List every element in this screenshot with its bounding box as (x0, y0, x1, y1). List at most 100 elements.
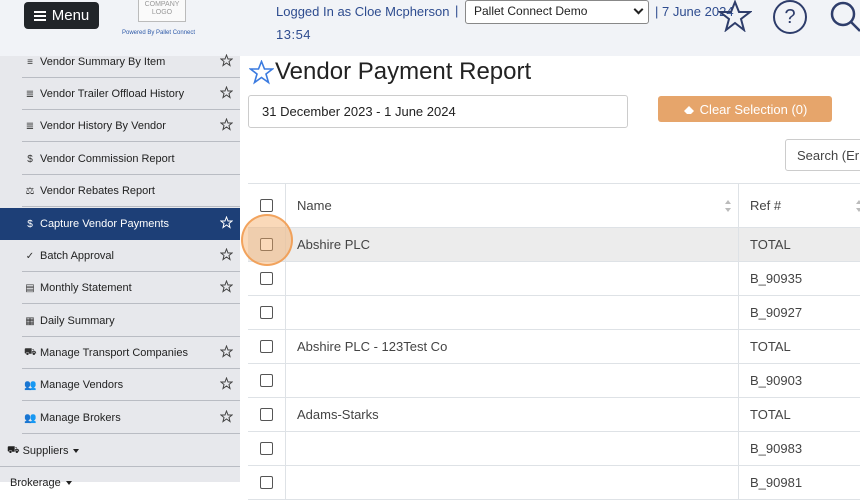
row-check-cell (248, 466, 286, 499)
row-ref: TOTAL (750, 407, 791, 422)
sidebar-item-capture-vendor-payments[interactable]: $ Capture Vendor Payments (0, 208, 240, 240)
page-title: Vendor Payment Report (275, 58, 532, 85)
star-icon[interactable] (220, 280, 233, 293)
sidebar-item-vendor-summary-by-item[interactable]: ≡ Vendor Summary By Item (0, 46, 240, 78)
row-checkbox[interactable] (260, 374, 273, 387)
menu-button[interactable]: Menu (24, 2, 99, 29)
row-checkbox[interactable] (260, 340, 273, 353)
row-name: Adams-Starks (286, 398, 739, 431)
help-icon[interactable]: ? (773, 0, 807, 34)
table-row[interactable]: Abshire PLC - 123Test Co TOTAL (248, 330, 860, 364)
sidebar-item-label: Daily Summary (40, 315, 115, 327)
clear-selection-label: Clear Selection (0) (699, 101, 808, 117)
check-icon: ✓ (25, 250, 35, 262)
star-icon[interactable] (220, 248, 233, 261)
header-time: 13:54 (276, 27, 312, 42)
star-icon[interactable] (220, 410, 233, 423)
row-check-cell (248, 398, 286, 431)
table-row[interactable]: B_90981 (248, 466, 860, 500)
sidebar-item-label: Manage Brokers (40, 412, 121, 424)
sidebar-item-label: Vendor History By Vendor (40, 120, 166, 132)
star-icon[interactable] (220, 118, 233, 131)
favorite-star-icon[interactable] (249, 60, 274, 85)
header-separator: | (455, 3, 459, 18)
row-checkbox[interactable] (260, 442, 273, 455)
table-header: Name Ref # (248, 183, 860, 228)
sidebar-item-label: Vendor Commission Report (40, 153, 175, 165)
eraser-icon (683, 105, 694, 114)
menu-label: Menu (51, 7, 90, 24)
column-header-label: Name (297, 198, 332, 213)
logged-in-text: Logged In as Cloe Mcpherson (276, 4, 450, 19)
row-check-cell (248, 330, 286, 363)
row-checkbox[interactable] (260, 408, 273, 421)
sidebar-item-label: Vendor Trailer Offload History (40, 88, 185, 100)
sidebar-category-brokerage[interactable]: Brokerage (0, 467, 240, 499)
dollar-icon: $ (27, 218, 33, 230)
sidebar-category-suppliers[interactable]: ⛟ Suppliers (0, 435, 240, 467)
row-check-cell (248, 432, 286, 465)
star-icon[interactable] (220, 54, 233, 67)
date-range-input[interactable]: 31 December 2023 - 1 June 2024 (248, 95, 628, 128)
sidebar-item-monthly-statement[interactable]: ▤ Monthly Statement (0, 272, 240, 304)
sidebar-item-label: Manage Transport Companies (40, 347, 188, 359)
scale-icon: ⚖ (25, 185, 35, 197)
row-ref: B_90981 (750, 475, 803, 490)
favorite-star-icon[interactable] (718, 0, 752, 32)
sidebar-item-manage-transport-companies[interactable]: ⛟ Manage Transport Companies (0, 337, 240, 369)
star-icon[interactable] (220, 86, 233, 99)
sidebar-item-vendor-commission-report[interactable]: $ Vendor Commission Report (0, 143, 240, 175)
table-row[interactable]: B_90983 (248, 432, 860, 466)
table-row[interactable]: Abshire PLC TOTAL (248, 228, 860, 262)
sidebar: ≡ Vendor Summary By Item ≣ Vendor Traile… (0, 54, 240, 489)
sidebar-item-manage-brokers[interactable]: 👥 Manage Brokers (0, 402, 240, 434)
sidebar-item-manage-vendors[interactable]: 👥 Manage Vendors (0, 369, 240, 401)
row-name (286, 432, 739, 465)
sidebar-item-vendor-history-by-vendor[interactable]: ≣ Vendor History By Vendor (0, 110, 240, 142)
star-icon[interactable] (220, 377, 233, 390)
column-header-ref[interactable]: Ref # (739, 184, 860, 227)
table-icon: ▦ (25, 315, 35, 327)
row-ref: TOTAL (750, 237, 791, 252)
sort-icon (725, 200, 731, 212)
row-checkbox[interactable] (260, 272, 273, 285)
truck-icon: ⛟ (24, 346, 37, 358)
row-name (286, 364, 739, 397)
search-icon[interactable] (826, 0, 860, 34)
select-all-checkbox[interactable] (260, 199, 273, 212)
caret-down-icon (73, 449, 80, 453)
row-checkbox[interactable] (260, 476, 273, 489)
clear-selection-button[interactable]: Clear Selection (0) (658, 96, 832, 122)
sidebar-item-vendor-trailer-offload-history[interactable]: ≣ Vendor Trailer Offload History (0, 78, 240, 110)
star-icon[interactable] (220, 345, 233, 358)
sidebar-item-batch-approval[interactable]: ✓ Batch Approval (0, 240, 240, 272)
row-ref: B_90983 (750, 441, 803, 456)
row-check-cell (248, 262, 286, 295)
dollar-icon: $ (27, 153, 33, 165)
sidebar-item-label: Monthly Statement (40, 282, 132, 294)
hamburger-icon (33, 10, 46, 21)
sidebar-item-label: Batch Approval (40, 250, 114, 262)
chevron-down-icon (633, 4, 644, 15)
row-ref: B_90927 (750, 305, 803, 320)
sidebar-item-daily-summary[interactable]: ▦ Daily Summary (0, 305, 240, 337)
row-checkbox[interactable] (260, 306, 273, 319)
sidebar-category-label: Suppliers (22, 445, 69, 457)
sidebar-item-vendor-rebates-report[interactable]: ⚖ Vendor Rebates Report (0, 175, 240, 207)
search-input[interactable]: Search (Er (785, 139, 860, 171)
table-row[interactable]: Adams-Starks TOTAL (248, 398, 860, 432)
row-ref: B_90903 (750, 373, 803, 388)
table-row[interactable]: B_90927 (248, 296, 860, 330)
column-header-label: Ref # (750, 198, 782, 213)
row-check-cell (248, 296, 286, 329)
star-icon[interactable] (220, 216, 233, 229)
sort-icon (856, 200, 860, 212)
company-select[interactable]: Pallet Connect Demo (465, 0, 649, 24)
list-icon: ≡ (27, 56, 33, 68)
table-row[interactable]: B_90903 (248, 364, 860, 398)
table-row[interactable]: B_90935 (248, 262, 860, 296)
click-highlight (241, 214, 293, 266)
column-header-name[interactable]: Name (286, 184, 739, 227)
row-name: Abshire PLC (286, 228, 739, 261)
row-name (286, 296, 739, 329)
